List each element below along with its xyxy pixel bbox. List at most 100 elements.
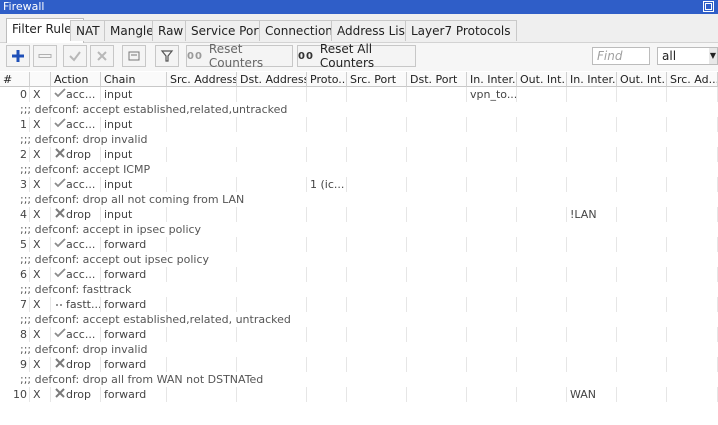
rule-row[interactable]: 4 Xdrop input !LAN bbox=[0, 207, 718, 222]
rule-in-interface-list bbox=[567, 87, 617, 102]
tab-nat[interactable]: NAT bbox=[70, 20, 106, 41]
comment-row[interactable]: ;;; defconf: accept out ipsec policy bbox=[0, 252, 718, 267]
rule-chain: input bbox=[101, 117, 167, 132]
rule-protocol bbox=[307, 357, 347, 372]
col-header-out-interface-list[interactable]: Out. Int... bbox=[617, 72, 667, 87]
rule-chain: forward bbox=[101, 387, 167, 402]
find-input[interactable]: Find bbox=[592, 47, 650, 65]
table-cell bbox=[667, 117, 718, 132]
rule-protocol bbox=[307, 297, 347, 312]
rule-row[interactable]: 8 Xacc... forward bbox=[0, 327, 718, 342]
table-cell bbox=[407, 147, 467, 162]
table-cell bbox=[617, 327, 667, 342]
col-header-num[interactable]: # bbox=[0, 72, 30, 87]
enable-button[interactable] bbox=[63, 45, 87, 67]
rule-row[interactable]: 7 Xfastt... forward bbox=[0, 297, 718, 312]
remove-button[interactable] bbox=[33, 45, 57, 67]
table-cell bbox=[407, 297, 467, 312]
rule-in-interface-list bbox=[567, 267, 617, 282]
table-cell bbox=[517, 177, 567, 192]
table-cell bbox=[167, 237, 237, 252]
col-header-src-address[interactable]: Src. Address bbox=[167, 72, 237, 87]
rule-chain: input bbox=[101, 207, 167, 222]
col-header-in-interface-list[interactable]: In. Inter... bbox=[567, 72, 617, 87]
tab-layer7-protocols[interactable]: Layer7 Protocols bbox=[405, 20, 517, 41]
comment-row[interactable]: ;;; defconf: fasttrack bbox=[0, 282, 718, 297]
comment-row[interactable]: ;;; defconf: accept established,related,… bbox=[0, 102, 718, 117]
filter-select[interactable]: all ▼ bbox=[657, 47, 718, 65]
col-header-out-interface[interactable]: Out. Int... bbox=[517, 72, 567, 87]
maximize-button[interactable] bbox=[703, 1, 714, 12]
col-header-dst-address[interactable]: Dst. Address bbox=[237, 72, 307, 87]
rule-row[interactable]: 5 Xacc... forward bbox=[0, 237, 718, 252]
rule-row[interactable]: 3 Xacc... input 1 (ic... bbox=[0, 177, 718, 192]
table-cell bbox=[347, 177, 407, 192]
rule-comment: ;;; defconf: accept in ipsec policy bbox=[20, 223, 202, 236]
disabled-flag: X bbox=[30, 237, 51, 252]
rule-comment: ;;; defconf: accept established,related,… bbox=[20, 313, 291, 326]
table-cell bbox=[347, 87, 407, 102]
accept-icon bbox=[54, 237, 66, 252]
disabled-flag: X bbox=[30, 117, 51, 132]
table-cell bbox=[667, 267, 718, 282]
table-cell bbox=[617, 267, 667, 282]
table-cell bbox=[407, 177, 467, 192]
rule-in-interface-list bbox=[567, 237, 617, 252]
rule-row[interactable]: 6 Xacc... forward bbox=[0, 267, 718, 282]
rule-in-interface bbox=[467, 387, 517, 402]
comment-row[interactable]: ;;; defconf: drop invalid bbox=[0, 342, 718, 357]
reset-all-counters-button[interactable]: 00 Reset All Counters bbox=[297, 42, 416, 70]
rule-row[interactable]: 0 Xacc... input vpn_to... bbox=[0, 87, 718, 102]
window-titlebar: Firewall bbox=[0, 0, 718, 14]
table-cell bbox=[617, 117, 667, 132]
rule-chain: input bbox=[101, 147, 167, 162]
comment-row[interactable]: ;;; defconf: drop all not coming from LA… bbox=[0, 192, 718, 207]
filter-select-value: all bbox=[662, 49, 677, 63]
comment-row[interactable]: ;;; defconf: accept in ipsec policy bbox=[0, 222, 718, 237]
col-header-in-interface[interactable]: In. Inter... bbox=[467, 72, 517, 87]
table-cell bbox=[617, 237, 667, 252]
comment-row[interactable]: ;;; defconf: drop invalid bbox=[0, 132, 718, 147]
col-header-src-port[interactable]: Src. Port bbox=[347, 72, 407, 87]
table-cell bbox=[237, 117, 307, 132]
table-cell bbox=[407, 357, 467, 372]
comment-row[interactable]: ;;; defconf: accept ICMP bbox=[0, 162, 718, 177]
tab-raw[interactable]: Raw bbox=[152, 20, 190, 41]
rule-row[interactable]: 9 Xdrop forward bbox=[0, 357, 718, 372]
table-cell bbox=[517, 297, 567, 312]
rule-chain: input bbox=[101, 177, 167, 192]
disable-button[interactable] bbox=[90, 45, 114, 67]
rule-number: 8 bbox=[0, 327, 30, 342]
table-cell bbox=[237, 267, 307, 282]
rule-in-interface bbox=[467, 297, 517, 312]
rule-row[interactable]: 10 Xdrop forward WAN bbox=[0, 387, 718, 402]
col-header-chain[interactable]: Chain bbox=[101, 72, 167, 87]
col-header-src-address-list[interactable]: Src. Ad... bbox=[667, 72, 718, 87]
reset-counters-button[interactable]: 00 Reset Counters bbox=[186, 42, 293, 70]
table-cell bbox=[347, 327, 407, 342]
table-cell bbox=[347, 387, 407, 402]
rule-row[interactable]: 1 Xacc... input bbox=[0, 117, 718, 132]
rule-protocol bbox=[307, 387, 347, 402]
add-button[interactable] bbox=[6, 45, 30, 67]
disabled-flag: X bbox=[30, 207, 51, 222]
rule-in-interface bbox=[467, 207, 517, 222]
rule-comment: ;;; defconf: drop all not coming from LA… bbox=[20, 193, 245, 206]
comment-row[interactable]: ;;; defconf: accept established,related,… bbox=[0, 312, 718, 327]
rule-row[interactable]: 2 Xdrop input bbox=[0, 147, 718, 162]
table-cell bbox=[407, 327, 467, 342]
rule-in-interface-list bbox=[567, 327, 617, 342]
filter-button[interactable] bbox=[155, 45, 179, 67]
rule-action: drop bbox=[51, 207, 101, 222]
table-cell bbox=[407, 207, 467, 222]
table-cell bbox=[667, 87, 718, 102]
table-cell bbox=[517, 237, 567, 252]
col-header-action[interactable]: Action bbox=[51, 72, 101, 87]
col-header-flag[interactable] bbox=[30, 72, 51, 87]
comment-button[interactable] bbox=[122, 45, 146, 67]
comment-row[interactable]: ;;; defconf: drop all from WAN not DSTNA… bbox=[0, 372, 718, 387]
table-cell bbox=[167, 117, 237, 132]
col-header-protocol[interactable]: Proto... bbox=[307, 72, 347, 87]
col-header-dst-port[interactable]: Dst. Port bbox=[407, 72, 467, 87]
table-cell bbox=[617, 87, 667, 102]
